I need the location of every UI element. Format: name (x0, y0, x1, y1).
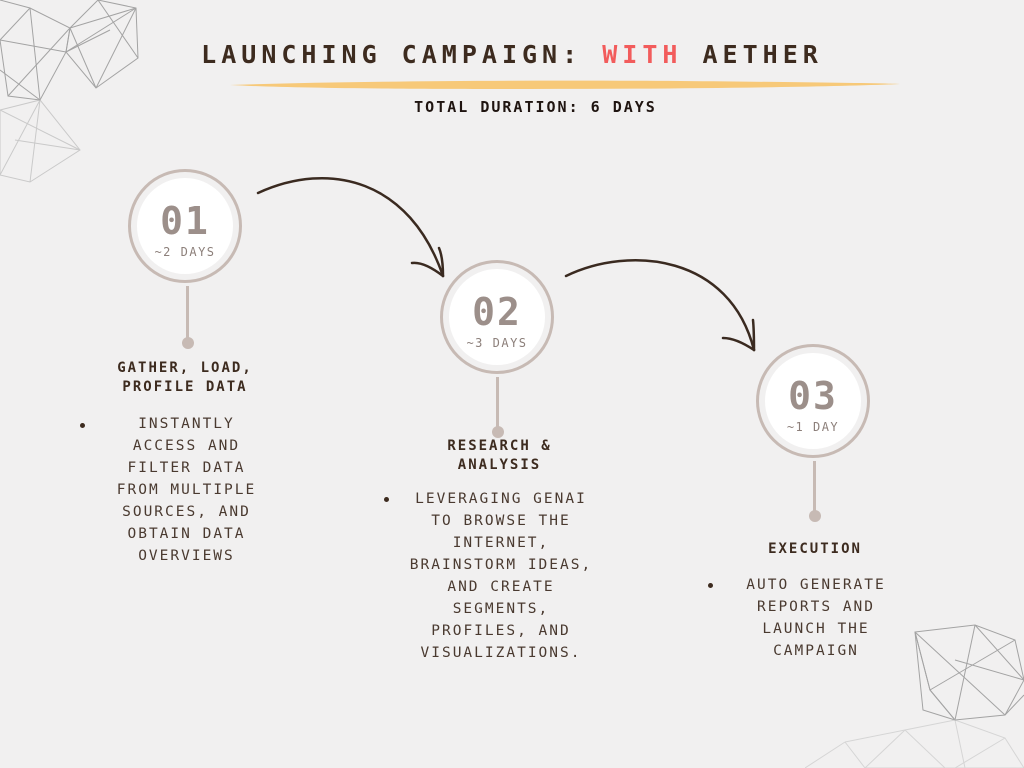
step-2-list: LEVERAGING GENAI TO BROWSE THE INTERNET,… (401, 488, 601, 664)
list-item: INSTANTLY ACCESS AND FILTER DATA FROM MU… (116, 416, 257, 564)
curved-arrow-icon (564, 259, 756, 352)
step-2-connector (496, 377, 499, 427)
curved-arrow-icon (256, 176, 445, 278)
step-3-connector (813, 461, 816, 511)
title-part-2: AETHER (702, 40, 823, 69)
title-underline (230, 80, 900, 89)
step-1-bullet-marker (80, 423, 85, 428)
list-item: AUTO GENERATE REPORTS AND LAUNCH THE CAM… (746, 577, 886, 659)
step-1-list: INSTANTLY ACCESS AND FILTER DATA FROM MU… (104, 413, 269, 567)
step-1-connector (186, 286, 189, 338)
step-3-circle: 03 ~1 DAY (756, 344, 870, 458)
step-1-connector-dot (182, 337, 194, 349)
step-1-circle: 01 ~2 DAYS (128, 169, 242, 283)
step-2-duration: ~3 DAYS (466, 336, 528, 350)
step-1-duration: ~2 DAYS (154, 245, 216, 259)
step-1-title: GATHER, LOAD, PROFILE DATA (117, 360, 253, 395)
step-2-number: 02 (472, 290, 522, 334)
step-3-number: 03 (788, 374, 838, 418)
step-2-bullet-marker (384, 497, 389, 502)
page-title: LAUNCHING CAMPAIGN: WITH AETHER (0, 40, 1024, 69)
step-3-duration: ~1 DAY (786, 420, 840, 434)
title-accent: WITH (602, 40, 683, 69)
title-part-1: LAUNCHING CAMPAIGN: (201, 40, 583, 69)
list-item: LEVERAGING GENAI TO BROWSE THE INTERNET,… (409, 491, 593, 661)
step-2-title: RESEARCH & ANALYSIS (447, 438, 552, 473)
step-3-bullet-marker (708, 583, 713, 588)
step-3-title: EXECUTION (768, 541, 862, 557)
step-3-connector-dot (809, 510, 821, 522)
total-duration: TOTAL DURATION: 6 DAYS (414, 98, 657, 116)
step-1-number: 01 (160, 199, 210, 243)
step-2-circle: 02 ~3 DAYS (440, 260, 554, 374)
geometric-mesh-top-left-icon (0, 0, 139, 183)
step-3-list: AUTO GENERATE REPORTS AND LAUNCH THE CAM… (730, 574, 902, 662)
